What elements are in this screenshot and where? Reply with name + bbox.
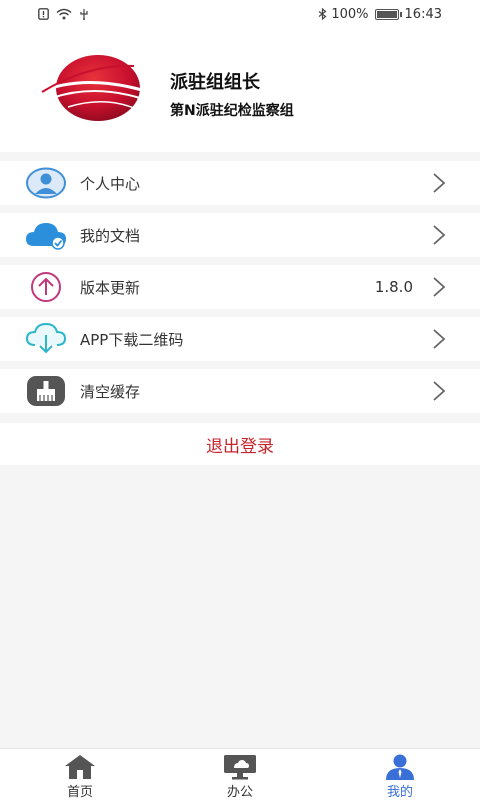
status-right-icons: 100% 16:43 xyxy=(318,7,442,22)
broom-icon xyxy=(25,373,67,409)
chevron-right-icon xyxy=(433,225,446,245)
user-avatar-icon xyxy=(25,165,67,201)
wifi-icon xyxy=(56,8,72,20)
bottom-tab-bar: 首页 办公 我的 xyxy=(0,748,480,800)
tab-label: 办公 xyxy=(226,785,253,800)
chevron-right-icon xyxy=(433,381,446,401)
status-left-icons xyxy=(38,8,89,20)
profile-organization: 第N派驻纪检监察组 xyxy=(170,103,294,119)
menu-item-clear-cache[interactable]: 清空缓存 xyxy=(0,369,480,413)
menu-item-my-documents[interactable]: 我的文档 xyxy=(0,213,480,257)
menu-item-label: 清空缓存 xyxy=(80,382,141,401)
menu-item-label: 版本更新 xyxy=(80,278,141,297)
battery-level-fill xyxy=(376,10,397,18)
chevron-right-icon xyxy=(433,277,446,297)
cloud-download-icon xyxy=(25,321,67,357)
menu-item-version-update[interactable]: 版本更新 1.8.0 xyxy=(0,265,480,309)
sim-alert-icon xyxy=(38,8,49,20)
menu-item-label: APP下载二维码 xyxy=(80,330,184,349)
chevron-right-icon xyxy=(433,329,446,349)
clock: 16:43 xyxy=(404,6,442,22)
tab-label: 首页 xyxy=(66,785,93,800)
profile-header: 派驻组组长 第N派驻纪检监察组 xyxy=(0,28,480,152)
logout-button[interactable]: 退出登录 xyxy=(0,423,480,465)
menu-item-label: 个人中心 xyxy=(80,174,141,193)
person-icon xyxy=(383,754,417,780)
tab-mine[interactable]: 我的 xyxy=(360,749,440,800)
bluetooth-icon xyxy=(318,8,327,20)
tab-office[interactable]: 办公 xyxy=(200,749,280,800)
menu-item-label: 我的文档 xyxy=(80,226,141,245)
menu-item-personal-center[interactable]: 个人中心 xyxy=(0,161,480,205)
app-version-value: 1.8.0 xyxy=(374,278,413,296)
battery-icon xyxy=(374,8,402,20)
menu-item-app-qrcode[interactable]: APP下载二维码 xyxy=(0,317,480,361)
chevron-right-icon xyxy=(433,173,446,193)
tab-home[interactable]: 首页 xyxy=(40,749,120,800)
usb-icon xyxy=(79,8,89,20)
red-globe-logo-icon xyxy=(38,54,144,124)
status-bar: 100% 16:43 xyxy=(0,0,480,28)
battery-percent: 100% xyxy=(331,6,369,22)
upload-arrow-icon xyxy=(25,269,67,305)
profile-name: 派驻组组长 xyxy=(170,72,260,93)
logout-label: 退出登录 xyxy=(206,436,274,457)
home-icon xyxy=(63,754,97,780)
office-monitor-icon xyxy=(223,754,257,780)
cloud-check-icon xyxy=(25,217,67,253)
tab-label: 我的 xyxy=(386,785,413,800)
